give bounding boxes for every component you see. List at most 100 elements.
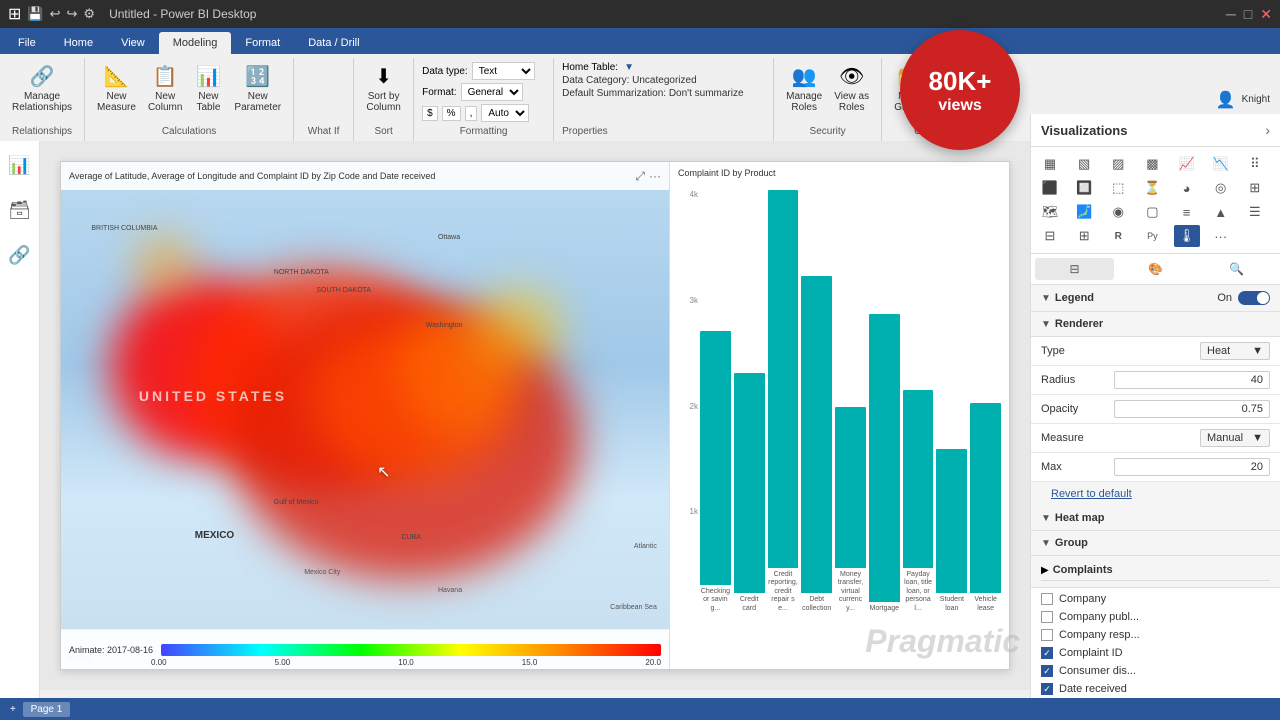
manage-roles-button[interactable]: 👥 ManageRoles [782, 62, 826, 115]
viz-icon-waterfall[interactable]: ⬚ [1105, 177, 1131, 199]
measure-value-text: Manual [1207, 432, 1243, 444]
quick-access-undo[interactable]: ↩ [50, 6, 61, 22]
viz-icon-kpi[interactable]: ▲ [1208, 201, 1234, 223]
complaint-checkbox-4[interactable]: ✓ [1041, 665, 1053, 677]
ribbon-group-security: 👥 ManageRoles 👁 View asRoles Security [774, 58, 882, 141]
sidebar-icon-report[interactable]: 📊 [2, 149, 36, 182]
filter-tab-format[interactable]: 🎨 [1116, 258, 1195, 280]
sort-group-label: Sort [374, 122, 392, 137]
complaint-checkbox-1[interactable] [1041, 611, 1053, 623]
format-select[interactable]: General [461, 83, 523, 101]
viz-icon-pie[interactable]: ◕ [1174, 177, 1200, 199]
scale-5: 5.00 [275, 658, 291, 667]
filter-tab-analytics[interactable]: 🔍 [1197, 258, 1276, 280]
measure-chevron: ▼ [1252, 432, 1263, 444]
tab-format[interactable]: Format [231, 32, 294, 54]
complaint-checkbox-5[interactable]: ✓ [1041, 683, 1053, 695]
auto-select[interactable]: Auto [481, 104, 529, 122]
viz-icon-100pct-bar[interactable]: ▨ [1105, 153, 1131, 175]
page-add[interactable]: + [10, 704, 16, 715]
focus-mode-icon[interactable]: ⤢ [635, 169, 645, 184]
viz-icon-matrix[interactable]: ⊞ [1071, 225, 1097, 247]
sidebar-icon-model[interactable]: 🔗 [2, 239, 36, 272]
filter-tab-fields[interactable]: ⊟ [1035, 258, 1114, 280]
complaint-checkbox-0[interactable] [1041, 593, 1053, 605]
ribbon-group-formatting: Data type: TextDecimal Format: General $… [414, 58, 554, 141]
quick-access-redo[interactable]: ↪ [67, 6, 78, 22]
home-table-value[interactable]: ▼ [624, 62, 634, 73]
red-badge-sub: views [938, 97, 982, 115]
viz-icon-scatter[interactable]: ⠿ [1242, 153, 1268, 175]
new-parameter-button[interactable]: 🔢 NewParameter [230, 62, 285, 115]
map-body: UNITED STATES MEXICO ↖ BRITISH COLUMBIA … [61, 190, 669, 629]
max-input[interactable] [1114, 458, 1270, 476]
complaints-collapse-icon[interactable]: ▶ [1041, 565, 1049, 576]
viz-icon-stacked-area[interactable]: ⬛ [1037, 177, 1063, 199]
revert-link[interactable]: Revert to default [1041, 484, 1142, 504]
new-column-button[interactable]: 📋 NewColumn [144, 62, 186, 115]
tab-modeling[interactable]: Modeling [159, 32, 232, 54]
page-tab[interactable]: Page 1 [23, 702, 71, 717]
type-value[interactable]: Heat ▼ [1200, 342, 1270, 360]
viz-icon-map[interactable]: 🗺 [1037, 201, 1063, 223]
radius-input[interactable] [1114, 371, 1270, 389]
legend-toggle-switch[interactable] [1238, 291, 1270, 305]
maximize-button[interactable]: □ [1244, 6, 1252, 23]
viz-icon-funnel[interactable]: ⏳ [1139, 177, 1165, 199]
opacity-input[interactable] [1114, 400, 1270, 418]
viz-icon-stacked-bar[interactable]: ▦ [1037, 153, 1063, 175]
data-type-select[interactable]: TextDecimal [472, 62, 535, 80]
view-as-roles-button[interactable]: 👁 View asRoles [830, 62, 873, 115]
group-section-header[interactable]: ▼ Group [1031, 531, 1280, 556]
legend-section-header[interactable]: ▼ Legend On [1031, 285, 1280, 312]
complaints-title: Complaints [1053, 564, 1113, 576]
viz-icon-gauge[interactable]: ◉ [1105, 201, 1131, 223]
viz-expand-icon[interactable]: › [1265, 122, 1270, 138]
quick-access-settings[interactable]: ⚙ [83, 6, 95, 22]
tab-file[interactable]: File [4, 32, 50, 54]
viz-icon-line[interactable]: 📈 [1174, 153, 1200, 175]
more-options-icon[interactable]: ··· [649, 169, 661, 184]
sidebar-icon-data[interactable]: 🗃 [2, 194, 37, 227]
viz-icon-r-visual[interactable]: R [1105, 225, 1131, 247]
viz-icon-area[interactable]: 📉 [1208, 153, 1234, 175]
viz-icon-treemap[interactable]: ⊞ [1242, 177, 1268, 199]
viz-icon-card[interactable]: ▢ [1139, 201, 1165, 223]
complaint-name-2: Company resp... [1059, 629, 1140, 641]
bar-chart-title: Complaint ID by Product [678, 168, 776, 178]
currency-symbol[interactable]: $ [422, 106, 438, 121]
sort-by-column-button[interactable]: ⬇ Sort byColumn [362, 62, 404, 115]
viz-icon-ellipsis[interactable]: ··· [1208, 225, 1234, 247]
viz-icon-filled-map[interactable]: 🗾 [1071, 201, 1097, 223]
new-measure-button[interactable]: 📐 NewMeasure [93, 62, 140, 115]
type-label: Type [1041, 345, 1192, 357]
viz-icon-py-visual[interactable]: Py [1139, 225, 1165, 247]
close-button[interactable]: ✕ [1260, 6, 1272, 23]
map-visual[interactable]: Average of Latitude, Average of Longitud… [61, 162, 669, 669]
tab-data-drill[interactable]: Data / Drill [294, 32, 373, 54]
renderer-section-header[interactable]: ▼ Renderer [1031, 312, 1280, 337]
viz-icon-donut[interactable]: ◎ [1208, 177, 1234, 199]
viz-icon-heatmap[interactable]: 🌡 [1174, 225, 1200, 247]
bar-checking: Checkingor saving... [700, 190, 731, 613]
quick-access-save[interactable]: 💾 [27, 6, 43, 22]
viz-icon-clustered-col[interactable]: ▩ [1139, 153, 1165, 175]
viz-icon-slicer[interactable]: ☰ [1242, 201, 1268, 223]
heatmap-section-header[interactable]: ▼ Heat map [1031, 506, 1280, 531]
manage-relationships-button[interactable]: 🔗 ManageRelationships [8, 62, 76, 115]
viz-icon-clustered-bar[interactable]: ▧ [1071, 153, 1097, 175]
viz-icon-table[interactable]: ⊟ [1037, 225, 1063, 247]
complaint-checkbox-2[interactable] [1041, 629, 1053, 641]
tab-home[interactable]: Home [50, 32, 107, 54]
percent-symbol[interactable]: % [442, 106, 461, 121]
measure-value[interactable]: Manual ▼ [1200, 429, 1270, 447]
tab-view[interactable]: View [107, 32, 159, 54]
viz-icon-combo[interactable]: 🔲 [1071, 177, 1097, 199]
complaint-checkbox-3[interactable]: ✓ [1041, 647, 1053, 659]
bar-creditreporting-fill [768, 190, 799, 568]
comma-symbol[interactable]: , [465, 106, 478, 121]
minimize-button[interactable]: ─ [1226, 6, 1236, 23]
viz-icon-multi-row[interactable]: ≡ [1174, 201, 1200, 223]
new-table-button[interactable]: 📊 NewTable [190, 62, 226, 115]
cuba-label: CUBA [401, 534, 420, 541]
